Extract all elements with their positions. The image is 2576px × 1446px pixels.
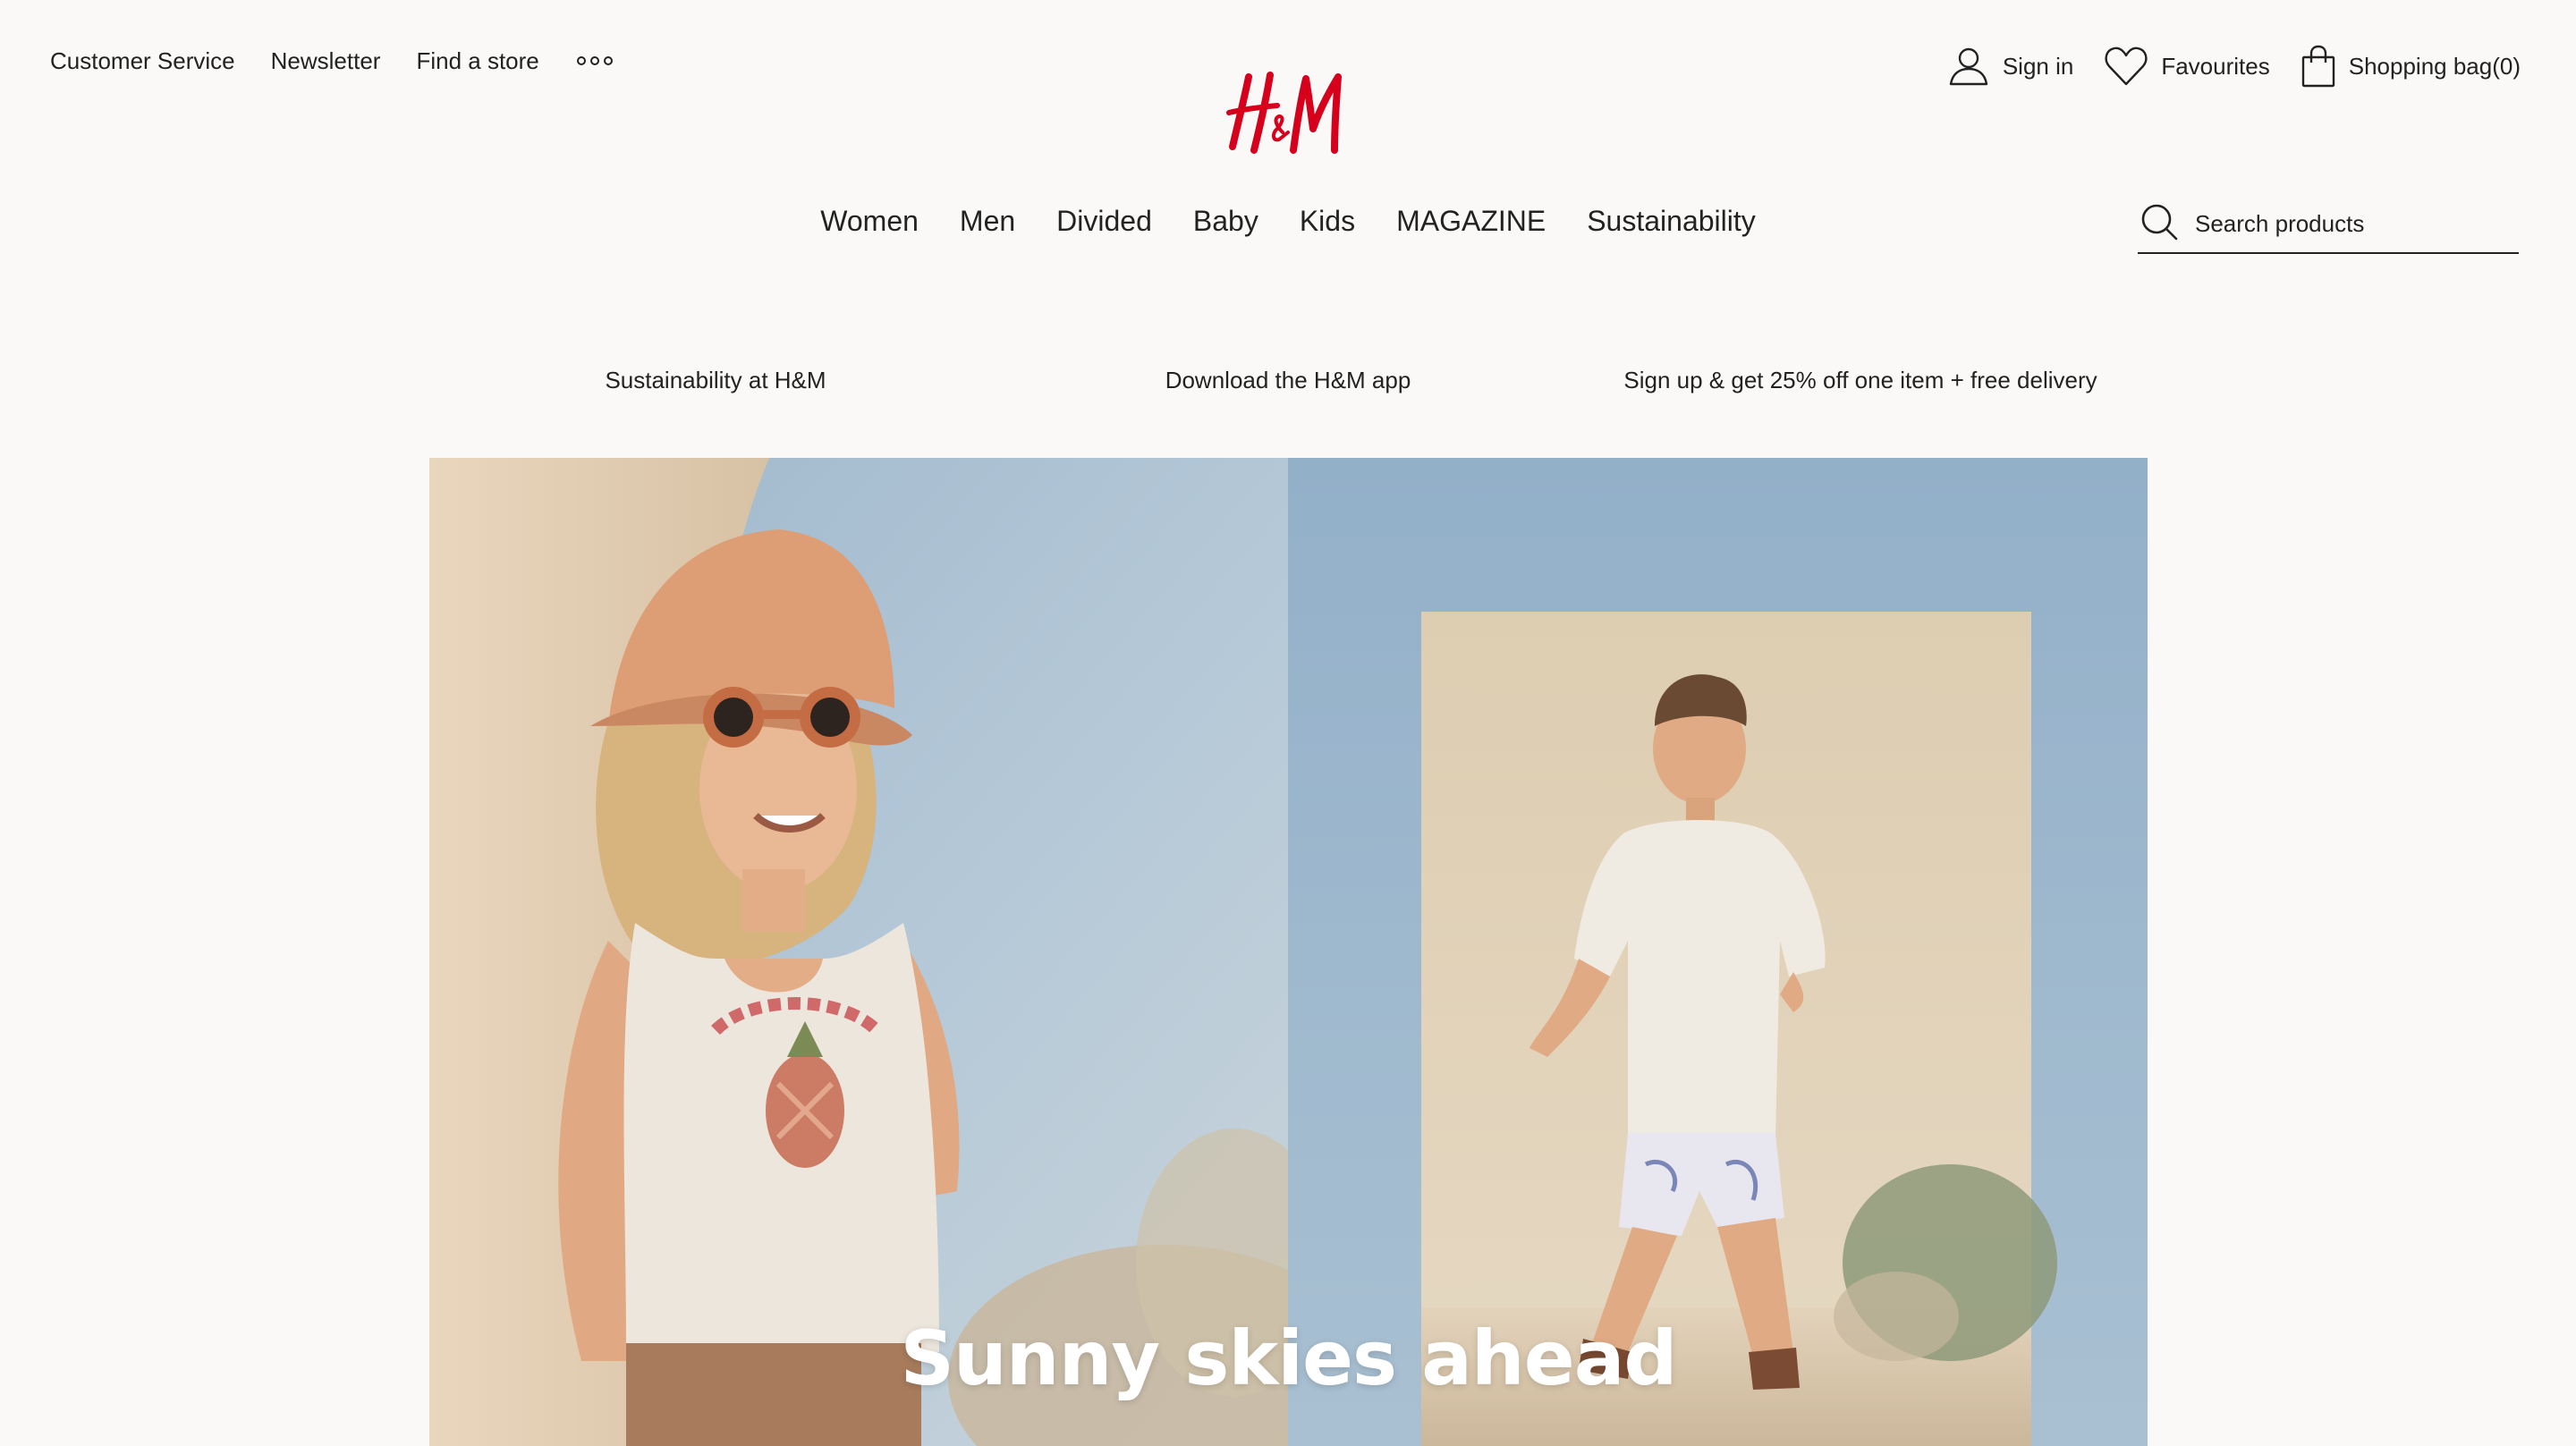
user-icon xyxy=(1947,45,1990,88)
nav-sustainability[interactable]: Sustainability xyxy=(1587,205,1756,238)
favourites-label: Favourites xyxy=(2161,52,2270,80)
find-a-store-link[interactable]: Find a store xyxy=(416,47,538,75)
newsletter-link[interactable]: Newsletter xyxy=(271,47,381,75)
hero-banner[interactable]: Sunny skies ahead xyxy=(429,458,2148,1446)
sign-in-label: Sign in xyxy=(2002,52,2074,80)
favourites-button[interactable]: Favourites xyxy=(2104,45,2270,88)
heart-icon xyxy=(2104,45,2148,88)
customer-service-link[interactable]: Customer Service xyxy=(50,47,235,75)
search-icon[interactable] xyxy=(2140,202,2179,246)
nav-magazine[interactable]: MAGAZINE xyxy=(1396,205,1546,238)
more-dot xyxy=(589,56,599,65)
nav-men[interactable]: Men xyxy=(960,205,1015,238)
sign-in-button[interactable]: Sign in xyxy=(1947,45,2074,88)
more-dots-icon[interactable] xyxy=(575,51,614,71)
nav-women[interactable]: Women xyxy=(820,205,919,238)
hero-image xyxy=(429,458,2148,1446)
more-dot xyxy=(576,56,586,65)
nav-baby[interactable]: Baby xyxy=(1193,205,1258,238)
promo-signup-link[interactable]: Sign up & get 25% off one item + free de… xyxy=(1623,367,2097,394)
nav-kids[interactable]: Kids xyxy=(1300,205,1355,238)
account-actions: Sign in Favourites Shopping bag(0) xyxy=(1947,43,2521,89)
search-input[interactable] xyxy=(2195,209,2499,238)
hm-logo[interactable] xyxy=(1224,70,1349,159)
more-dot xyxy=(603,56,613,65)
shopping-bag-label: Shopping bag(0) xyxy=(2348,52,2521,80)
hero-title: Sunny skies ahead xyxy=(900,1315,1677,1402)
promo-app-link[interactable]: Download the H&M app xyxy=(1165,367,1411,394)
search-box xyxy=(2138,195,2519,254)
shopping-bag-icon xyxy=(2301,45,2336,88)
shopping-bag-button[interactable]: Shopping bag(0) xyxy=(2301,45,2521,88)
utility-links: Customer Service Newsletter Find a store xyxy=(50,43,614,79)
promo-sustainability-link[interactable]: Sustainability at H&M xyxy=(605,367,826,394)
nav-divided[interactable]: Divided xyxy=(1056,205,1152,238)
promo-bar: Sustainability at H&M Download the H&M a… xyxy=(0,367,2576,402)
